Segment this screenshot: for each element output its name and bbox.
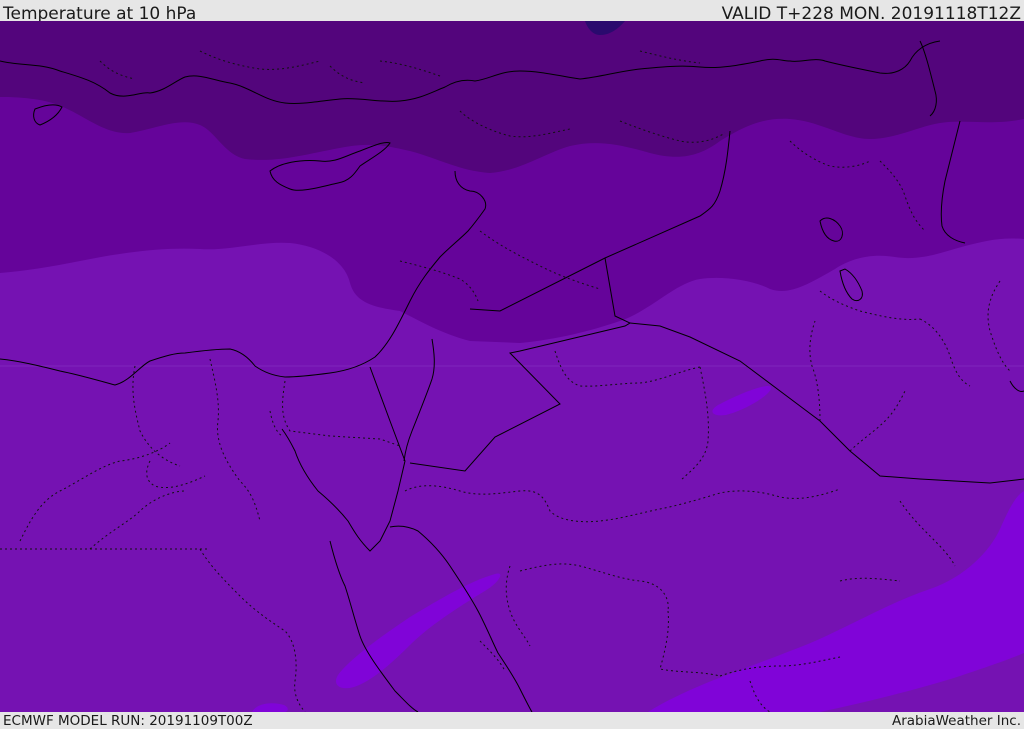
model-run-label: ECMWF MODEL RUN: 20191109T00Z <box>3 713 253 729</box>
weather-map[interactable] <box>0 21 1024 712</box>
map-canvas <box>0 21 1024 712</box>
credit-label: ArabiaWeather Inc. <box>891 713 1021 729</box>
header-bar: Temperature at 10 hPa VALID T+228 MON. 2… <box>0 0 1024 24</box>
footer-bar: ECMWF MODEL RUN: 20191109T00Z ArabiaWeat… <box>0 712 1024 729</box>
